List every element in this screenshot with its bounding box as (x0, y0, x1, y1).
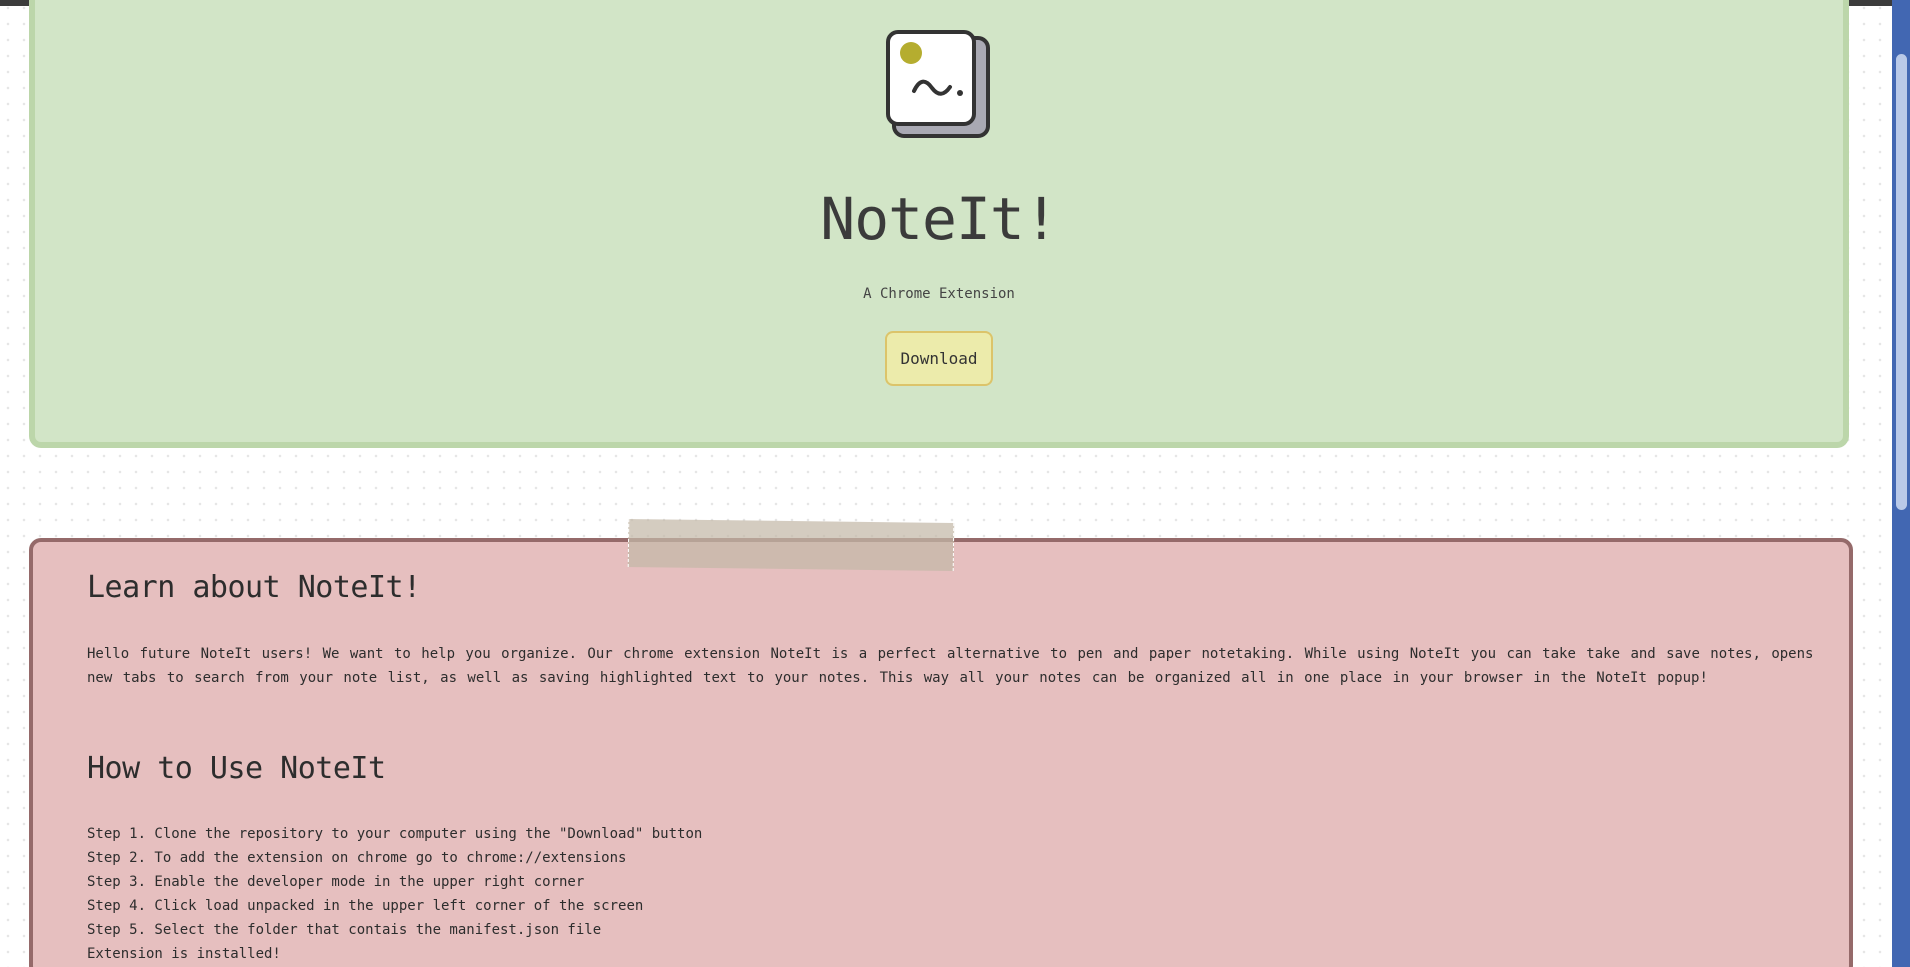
steps-list: Step 1. Clone the repository to your com… (87, 822, 702, 966)
vertical-scrollbar[interactable] (1892, 0, 1910, 967)
learn-heading: Learn about NoteIt! (87, 570, 421, 605)
step-item: Step 1. Clone the repository to your com… (87, 826, 703, 842)
step-item: Step 4. Click load unpacked in the upper… (87, 898, 644, 914)
download-button[interactable]: Download (885, 331, 993, 386)
step-item: Step 5. Select the folder that contais t… (87, 922, 602, 938)
step-item: Step 2. To add the extension on chrome g… (87, 850, 627, 866)
sticky-note-icon (886, 30, 990, 138)
howto-heading: How to Use NoteIt (87, 751, 386, 786)
page-title: NoteIt! (820, 185, 1058, 253)
step-item: Step 3. Enable the developer mode in the… (87, 874, 585, 890)
hero-card: NoteIt! A Chrome Extension Download (29, 0, 1849, 448)
scrollbar-thumb[interactable] (1896, 54, 1907, 510)
page-subtitle: A Chrome Extension (863, 286, 1015, 302)
decorative-tape (627, 519, 955, 571)
learn-description: Hello future NoteIt users! We want to he… (87, 646, 1814, 686)
step-item: Extension is installed! (87, 946, 281, 962)
learn-card: Learn about NoteIt! Hello future NoteIt … (29, 538, 1853, 967)
